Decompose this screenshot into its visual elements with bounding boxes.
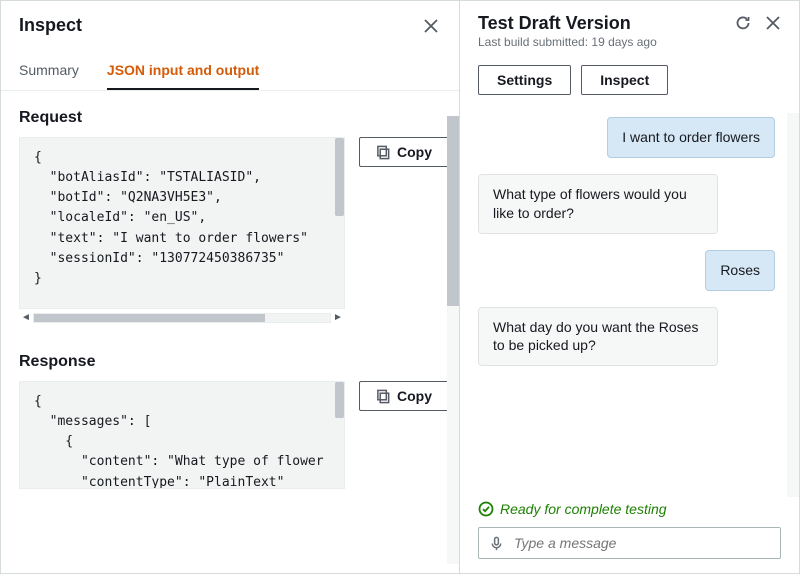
settings-button[interactable]: Settings (478, 65, 571, 95)
scrollbar-vertical[interactable] (335, 382, 344, 418)
inspect-title: Inspect (19, 15, 82, 36)
test-subtitle: Last build submitted: 19 days ago (478, 35, 657, 49)
copy-label: Copy (397, 388, 432, 404)
response-heading: Response (19, 353, 449, 371)
chat-message-user: Roses (705, 250, 775, 291)
copy-icon (376, 145, 391, 160)
scrollbar-horizontal[interactable]: ◄ ► (19, 311, 345, 325)
test-title: Test Draft Version (478, 13, 657, 34)
microphone-icon[interactable] (489, 536, 504, 551)
chat-message-user: I want to order flowers (607, 117, 775, 158)
tab-summary[interactable]: Summary (19, 62, 79, 90)
chat-area[interactable]: I want to order flowers What type of flo… (460, 109, 799, 491)
copy-label: Copy (397, 144, 432, 160)
scrollbar-vertical[interactable] (335, 138, 344, 216)
panel-scrollbar[interactable] (447, 116, 459, 564)
chat-message-bot: What day do you want the Roses to be pic… (478, 307, 718, 367)
close-icon[interactable] (765, 15, 781, 34)
request-heading: Request (19, 109, 449, 127)
inspect-tabs: Summary JSON input and output (1, 44, 459, 91)
copy-request-button[interactable]: Copy (359, 137, 449, 167)
scroll-right-icon[interactable]: ► (331, 313, 345, 323)
copy-icon (376, 389, 391, 404)
response-code[interactable]: { "messages": [ { "content": "What type … (19, 381, 345, 489)
request-code[interactable]: { "botAliasId": "TSTALIASID", "botId": "… (19, 137, 345, 309)
panel-scrollbar[interactable] (787, 113, 799, 497)
refresh-icon[interactable] (735, 15, 751, 34)
status-text: Ready for complete testing (500, 501, 667, 517)
inspect-button[interactable]: Inspect (581, 65, 668, 95)
check-circle-icon (478, 501, 494, 517)
message-input-container[interactable] (478, 527, 781, 559)
status-bar: Ready for complete testing (460, 491, 799, 523)
scroll-left-icon[interactable]: ◄ (19, 313, 33, 323)
copy-response-button[interactable]: Copy (359, 381, 449, 411)
close-icon[interactable] (421, 16, 441, 36)
message-input[interactable] (514, 535, 770, 551)
chat-message-bot: What type of flowers would you like to o… (478, 174, 718, 234)
tab-json[interactable]: JSON input and output (107, 62, 259, 90)
